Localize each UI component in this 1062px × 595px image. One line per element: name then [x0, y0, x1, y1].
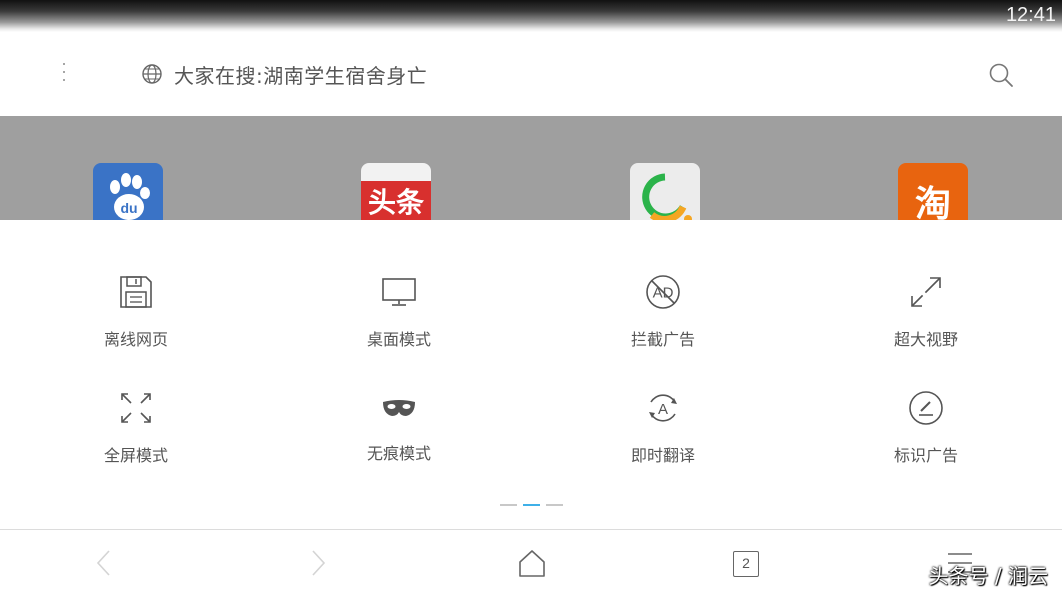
- mask-icon: [383, 400, 415, 416]
- search-icon[interactable]: [987, 61, 1015, 89]
- option-fullscreen[interactable]: 全屏模式: [66, 390, 206, 486]
- monitor-icon: [382, 278, 416, 306]
- search-suggestion[interactable]: 大家在搜:湖南学生宿舍身亡: [174, 60, 427, 89]
- option-wide-view[interactable]: 超大视野: [856, 274, 996, 370]
- svg-text:A: A: [658, 401, 668, 418]
- baidu-paw-icon: du: [110, 173, 150, 220]
- globe-icon: [142, 64, 162, 84]
- ad-block-icon: AD: [646, 275, 680, 309]
- page-dot: [500, 504, 517, 506]
- shortcut-grid: du 头条 淘: [0, 116, 1062, 220]
- option-label: 离线网页: [103, 330, 168, 349]
- expand-icon: [911, 277, 941, 307]
- top-bar: 大家在搜:湖南学生宿舍身亡: [0, 32, 1062, 116]
- option-incognito[interactable]: 无痕模式: [329, 390, 469, 486]
- forward-icon[interactable]: [302, 548, 332, 578]
- option-label: 即时翻译: [630, 446, 695, 465]
- watermark-text: 头条号 / 润云: [928, 564, 1048, 588]
- translate-icon: A: [649, 394, 677, 422]
- home-icon[interactable]: [517, 548, 547, 578]
- option-label: 全屏模式: [103, 446, 168, 465]
- option-translate[interactable]: A 即时翻译: [593, 390, 733, 486]
- mark-ad-icon: [909, 391, 943, 425]
- option-label: 桌面模式: [366, 330, 431, 349]
- shortcut-taobao[interactable]: 淘: [898, 163, 968, 220]
- option-label: 超大视野: [893, 330, 958, 349]
- option-mark-ads[interactable]: 标识广告: [856, 390, 996, 486]
- menu-dots-icon[interactable]: [52, 60, 76, 88]
- shortcut-baidu[interactable]: du: [93, 163, 163, 220]
- tools-panel: 离线网页 桌面模式 AD 拦截广告 超大视野: [0, 220, 1062, 530]
- shortcut-search-app[interactable]: [630, 163, 700, 220]
- option-label: 无痕模式: [366, 444, 431, 463]
- toutiao-label: 头条: [367, 186, 424, 219]
- status-bar: 12:41: [0, 0, 1062, 32]
- search-app-icon: [642, 173, 692, 220]
- option-block-ads[interactable]: AD 拦截广告: [593, 274, 733, 370]
- bottom-nav-bar: 2 头条号 / 润云: [0, 529, 1062, 595]
- taobao-label: 淘: [914, 184, 951, 220]
- option-label: 标识广告: [893, 446, 958, 465]
- page-dot: [546, 504, 563, 506]
- option-offline-page[interactable]: 离线网页: [66, 274, 206, 370]
- page-dot-active: [523, 504, 540, 506]
- fullscreen-icon: [121, 393, 151, 423]
- option-desktop-mode[interactable]: 桌面模式: [329, 274, 469, 370]
- option-label: 拦截广告: [630, 330, 695, 349]
- tabs-count-button[interactable]: 2: [733, 551, 759, 577]
- back-icon[interactable]: [90, 548, 120, 578]
- status-time: 12:41: [1005, 4, 1056, 26]
- save-icon: [120, 276, 152, 308]
- svg-text:du: du: [120, 200, 137, 216]
- shortcut-toutiao[interactable]: 头条: [361, 163, 431, 220]
